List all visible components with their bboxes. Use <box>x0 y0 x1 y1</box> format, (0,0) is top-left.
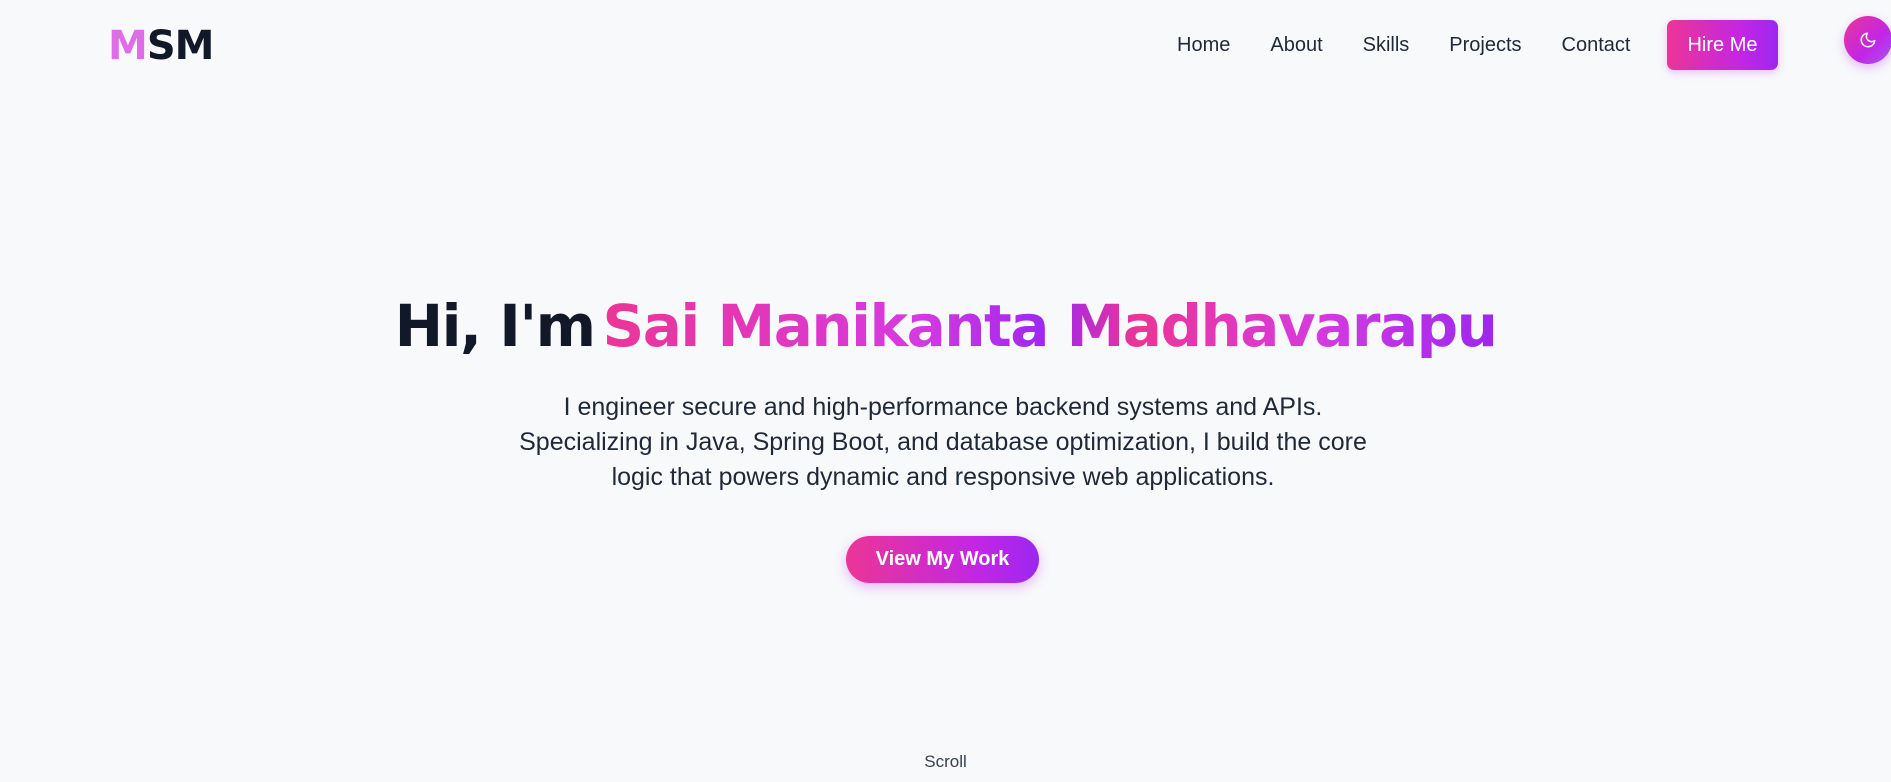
hire-me-button[interactable]: Hire Me <box>1667 20 1778 70</box>
hero-description: I engineer secure and high-performance b… <box>519 393 1367 491</box>
page: MSM Home About Skills Projects Contact H… <box>0 0 1891 782</box>
hero-name: Sai Manikanta Madhavarapu <box>602 292 1498 360</box>
logo[interactable]: MSM <box>108 23 215 69</box>
logo-accent-letter: M <box>108 23 148 69</box>
nav-link-skills[interactable]: Skills <box>1363 34 1410 57</box>
hero-title: Hi, I'm Sai Manikanta Madhavarapu <box>0 288 1891 364</box>
nav-link-about[interactable]: About <box>1270 34 1322 57</box>
main-nav: Home About Skills Projects Contact <box>1177 28 1630 62</box>
theme-toggle-button[interactable] <box>1844 16 1891 64</box>
view-my-work-button[interactable]: View My Work <box>846 536 1039 583</box>
nav-link-contact[interactable]: Contact <box>1562 34 1631 57</box>
site-header: MSM Home About Skills Projects Contact H… <box>0 0 1891 92</box>
logo-text: SM <box>146 23 215 69</box>
scroll-indicator[interactable]: Scroll <box>0 752 1891 772</box>
moon-icon <box>1860 32 1876 48</box>
hero-greeting: Hi, I'm <box>394 292 596 360</box>
nav-link-home[interactable]: Home <box>1177 34 1230 57</box>
nav-link-projects[interactable]: Projects <box>1449 34 1521 57</box>
